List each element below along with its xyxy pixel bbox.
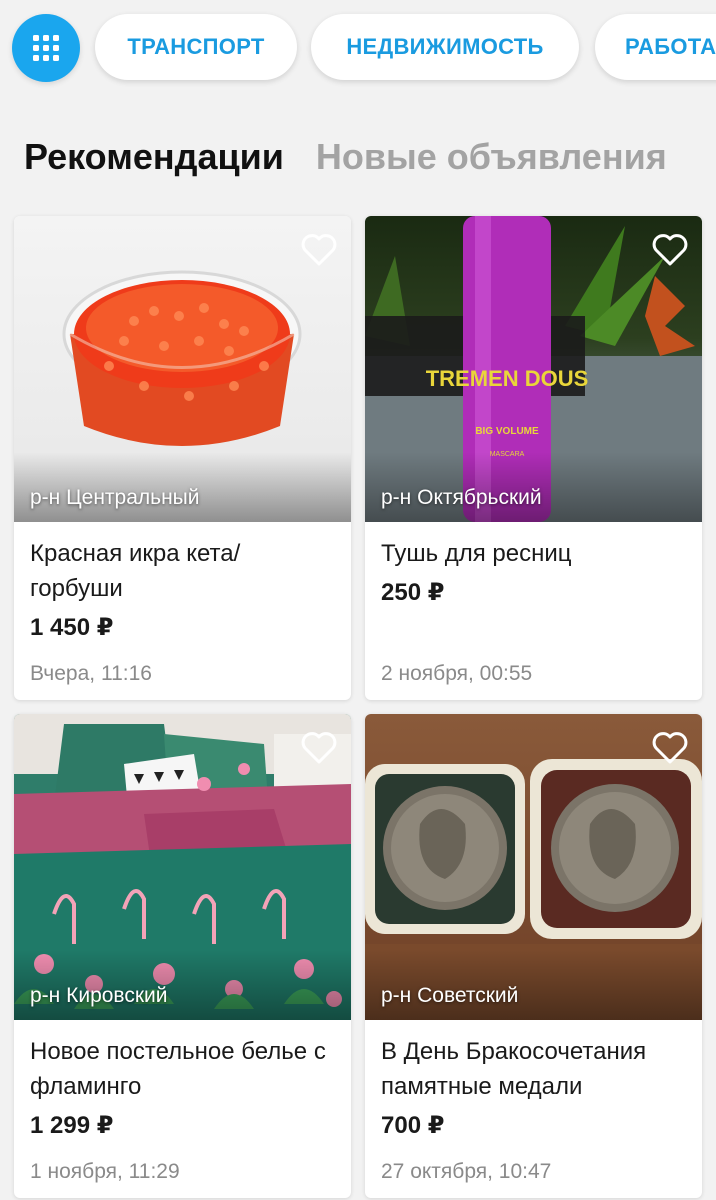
mascara-label: MASCARA (490, 451, 525, 458)
heart-icon[interactable] (650, 230, 690, 270)
listing-district: р-н Кировский (30, 984, 168, 1007)
listing-card[interactable]: р-н Центральный Красная икра кета/ горбу… (14, 216, 351, 700)
mascara-brand: TREMEN DOUS (426, 366, 589, 391)
listing-title: Тушь для ресниц (381, 540, 572, 567)
listing-price: 1 299 ₽ (30, 1112, 114, 1139)
listing-district: р-н Центральный (30, 486, 200, 509)
feed-tabs: Рекомендации Новые объявления (24, 134, 667, 180)
listing-title: В День Бракосочетания памятные медали (381, 1038, 647, 1100)
category-chip-jobs[interactable]: РАБОТА (595, 14, 716, 80)
listing-photo: TREMEN DOUS BIG VOLUME MASCARA р-н Октяб… (365, 216, 702, 522)
heart-icon[interactable] (299, 230, 339, 270)
listing-card[interactable]: р-н Кировский Новое постельное белье с ф… (14, 714, 351, 1198)
listing-date: 27 октября, 10:47 (381, 1160, 552, 1183)
category-bar: ТРАНСПОРТ НЕДВИЖИМОСТЬ РАБОТА (0, 0, 716, 100)
listing-photo: р-н Кировский (14, 714, 351, 1020)
categories-menu-button[interactable] (12, 14, 80, 82)
category-chip-real-estate[interactable]: НЕДВИЖИМОСТЬ (311, 14, 579, 80)
grid-menu-icon (33, 35, 59, 61)
listing-title: Красная икра кета/ горбуши (30, 540, 241, 602)
listing-photo: р-н Советский (365, 714, 702, 1020)
listing-title: Новое постельное белье с фламинго (30, 1038, 326, 1100)
heart-icon[interactable] (650, 728, 690, 768)
category-chip-transport[interactable]: ТРАНСПОРТ (95, 14, 297, 80)
mascara-subtitle: BIG VOLUME (475, 426, 539, 437)
tab-new-listings[interactable]: Новые объявления (316, 134, 667, 180)
listing-photo: р-н Центральный (14, 216, 351, 522)
listing-date: 2 ноября, 00:55 (381, 662, 533, 685)
listing-price: 250 ₽ (381, 579, 445, 606)
listing-price: 1 450 ₽ (30, 614, 114, 641)
listing-date: Вчера, 11:16 (30, 662, 152, 685)
tab-recommendations[interactable]: Рекомендации (24, 134, 284, 180)
heart-icon[interactable] (299, 728, 339, 768)
listing-district: р-н Октябрьский (381, 486, 542, 509)
listing-district: р-н Советский (381, 984, 519, 1007)
listing-card[interactable]: TREMEN DOUS BIG VOLUME MASCARA р-н Октяб… (365, 216, 702, 700)
listing-price: 700 ₽ (381, 1112, 445, 1139)
listing-card[interactable]: р-н Советский В День Бракосочетания памя… (365, 714, 702, 1198)
listing-date: 1 ноября, 11:29 (30, 1160, 180, 1183)
